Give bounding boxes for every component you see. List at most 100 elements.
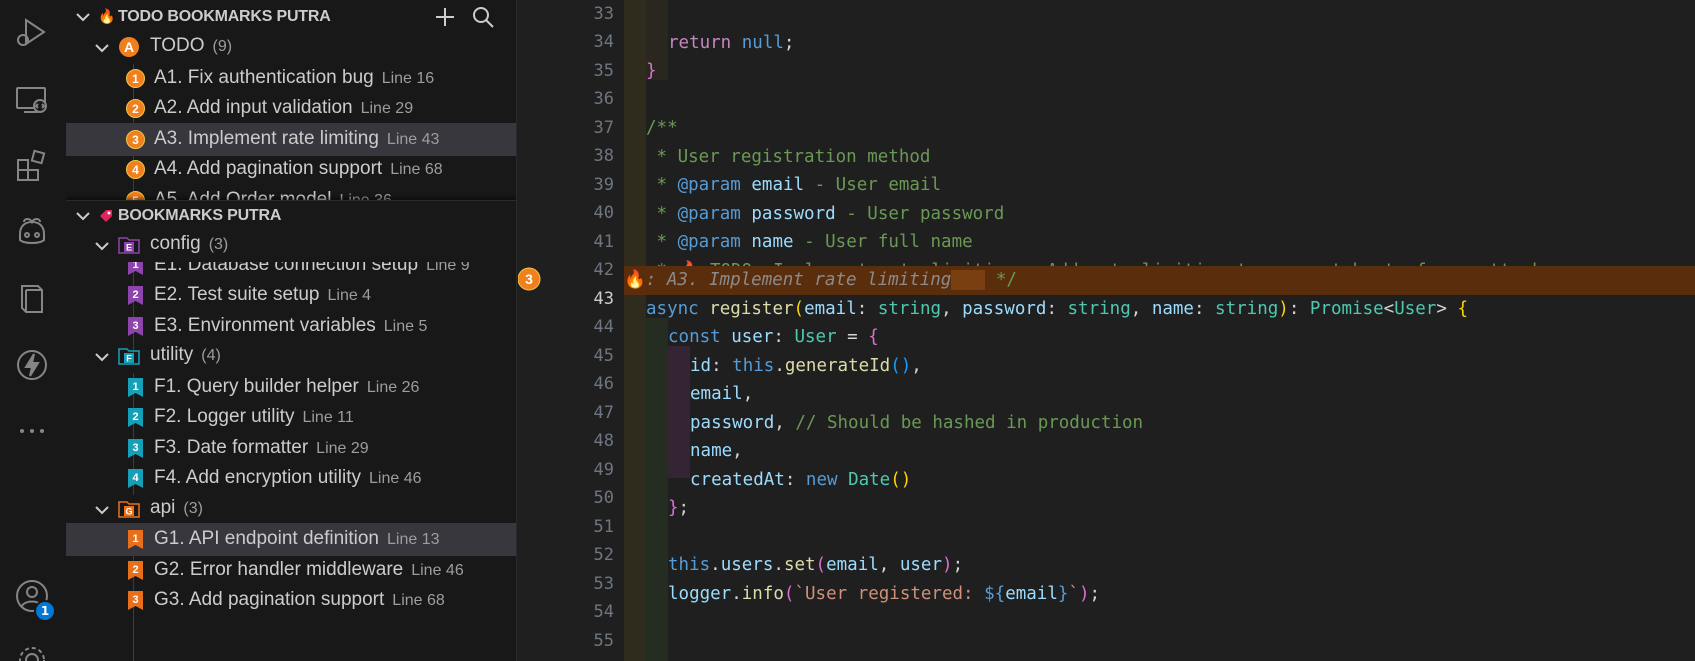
chevron-down-icon [95,506,109,515]
chevron-down-icon [76,212,90,221]
todo-item-label: A2. Add input validation Line 29 [154,97,413,119]
line-number: 35 [593,61,614,81]
bookmark-item[interactable]: 2 E2. Test suite setup Line 4 [66,279,516,312]
svg-text:1: 1 [132,381,138,393]
svg-text:1: 1 [132,72,139,86]
todo-item[interactable]: 4 A4. Add pagination support Line 68 [66,153,516,186]
line-number: 48 [593,431,614,451]
bookmarks-section-title: BOOKMARKS PUTRA [118,207,282,224]
book-icon[interactable] [12,278,52,318]
svg-text:3: 3 [132,442,138,454]
bookmark-number-icon: 3 [128,591,143,610]
fire-icon: 🔥 [624,270,646,290]
item-line-desc: Line 5 [383,318,428,335]
code-line: name, [690,441,743,461]
item-line-desc: Line 46 [369,470,422,487]
line-number: 49 [593,460,614,480]
code-line: /** [646,118,678,138]
todo-section-header[interactable]: 🔥 TODO BOOKMARKS PUTRA [66,0,516,34]
svg-text:4: 4 [132,163,139,177]
folder-e-icon: E [118,237,140,254]
item-line-desc: Line 36 [339,192,392,200]
group-count: (3) [183,500,203,517]
item-line-desc: Line 11 [302,409,354,426]
code-line: * @param name - User full name [646,232,973,252]
group-label-text: utility [150,344,194,365]
todo-item[interactable]: 3 A3. Implement rate limiting Line 43 [66,123,516,156]
item-label-text: F1. Query builder helper [154,376,359,397]
bookmark-item[interactable]: 3 G3. Add pagination support Line 68 [66,584,516,617]
todo-item[interactable]: 2 A2. Add input validation Line 29 [66,92,516,125]
bookmarks-section: BOOKMARKS PUTRA E config (3) 1 E1. Databa… [66,200,516,661]
search-icon[interactable] [471,5,495,29]
extensions-icon[interactable] [12,146,52,186]
item-label-text: G2. Error handler middleware [154,559,404,580]
svg-text:1: 1 [132,533,138,545]
chevron-down-icon [95,242,109,251]
line-number: 45 [593,346,614,366]
code-line: } [646,61,657,81]
bookmark-item-label: F1. Query builder helper Line 26 [154,376,419,398]
todo-group-badge-icon: A [119,37,139,57]
item-label-text: E2. Test suite setup [154,284,320,305]
bookmark-item[interactable]: 1 G1. API endpoint definition Line 13 [66,523,516,556]
line-number: 46 [593,374,614,394]
code-area[interactable]: return null; } /** * User registration m… [624,0,1695,661]
line-number: 38 [593,146,614,166]
github-copilot-icon[interactable] [12,212,52,252]
todo-item-label: A5. Add Order model Line 36 [154,189,392,200]
run-debug-icon[interactable] [12,12,52,52]
svg-text:E: E [126,243,132,253]
bookmark-item[interactable]: 1 F1. Query builder helper Line 26 [66,371,516,404]
bookmark-item[interactable]: 3 F3. Date formatter Line 29 [66,432,516,465]
todo-group[interactable]: A TODO (9) [66,31,516,64]
item-label-text: A4. Add pagination support [154,158,383,179]
bookmark-item[interactable]: 4 F4. Add encryption utility Line 46 [66,462,516,495]
item-label-text: F2. Logger utility [154,406,295,427]
item-label-text: A3. Implement rate limiting [154,128,379,149]
code-editor[interactable]: 33 34 35 36 37 38 39 40 41 42 43 44 45 4… [518,0,1695,661]
item-label-text: E3. Environment variables [154,315,376,336]
code-line: password, // Should be hashed in product… [690,412,1144,433]
bookmark-group-config[interactable]: E config (3) [66,229,516,262]
svg-text:3: 3 [132,594,138,606]
settings-gear-icon[interactable] [12,640,52,661]
svg-text:3: 3 [525,271,533,287]
add-icon[interactable] [433,5,457,29]
line-number: 47 [593,403,614,423]
bookmark-item[interactable]: 3 E3. Environment variables Line 5 [66,310,516,343]
fire-icon: 🔥 [98,9,116,25]
line-number: 42 [593,260,614,280]
more-icon[interactable] [12,411,52,451]
svg-text:2: 2 [132,411,138,423]
remote-explorer-icon[interactable] [12,80,52,120]
line-number: 44 [593,317,614,337]
number-badge-icon: 1 [126,69,145,88]
bookmark-item[interactable]: 2 G2. Error handler middleware Line 46 [66,554,516,587]
item-label-text: G3. Add pagination support [154,589,385,610]
svg-text:3: 3 [132,133,139,147]
lightning-icon[interactable] [12,345,52,385]
code-line: createdAt: new Date() [690,469,912,490]
todo-item[interactable]: 1 A1. Fix authentication bug Line 16 [66,62,516,95]
bookmark-group-label: api (3) [150,497,203,519]
bookmark-number-icon: 1 [128,530,143,549]
line-number-gutter: 33 34 35 36 37 38 39 40 41 42 43 44 45 4… [518,0,624,661]
svg-text:G: G [125,507,132,517]
gutter-bookmark-badge-icon[interactable]: 3 [518,267,541,291]
code-line: id: this.generateId(), [690,355,922,376]
bookmark-group-utility[interactable]: F utility (4) [66,340,516,373]
todo-item[interactable]: 5 A5. Add Order model Line 36 [66,184,516,200]
ghost-annotation: : A3. Implement rate limiting [645,270,952,290]
todo-item-label: A1. Fix authentication bug Line 16 [154,67,434,89]
bookmark-number-icon: 3 [128,439,143,458]
line-number: 41 [593,232,614,252]
bookmark-item[interactable]: 2 F2. Logger utility Line 11 [66,401,516,434]
line-number: 53 [593,574,614,594]
bookmark-group-api[interactable]: G api (3) [66,493,516,526]
line-number: 54 [593,602,614,622]
item-label-text: A5. Add Order model [154,189,332,200]
bookmarks-section-header[interactable]: BOOKMARKS PUTRA [66,201,516,233]
item-label-text: G1. API endpoint definition [154,528,379,549]
bookmark-number-icon: 3 [128,317,143,336]
